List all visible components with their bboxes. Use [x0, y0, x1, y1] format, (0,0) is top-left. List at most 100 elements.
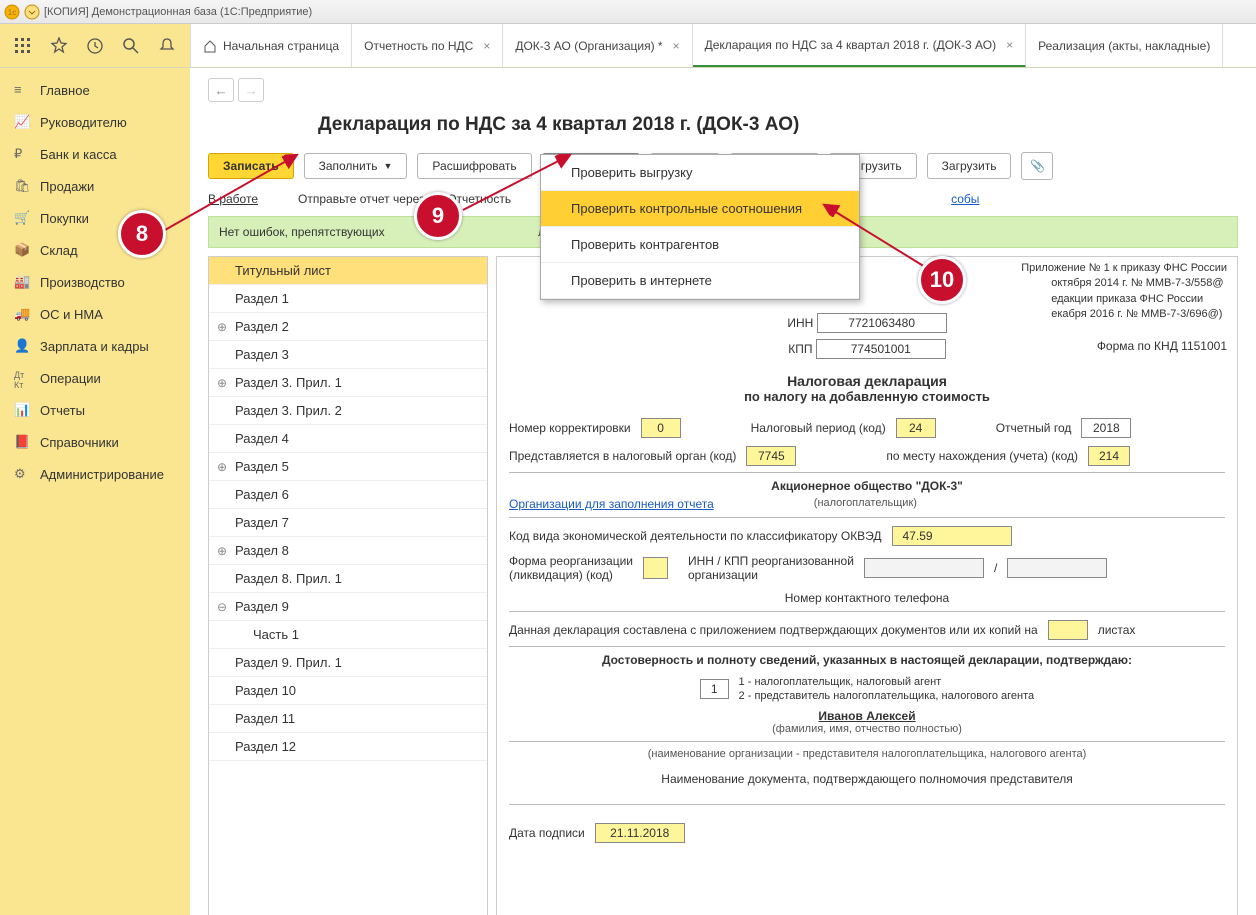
section-tree: Титульный листРаздел 1⊕Раздел 2 Раздел 3 ⊕…: [208, 256, 488, 915]
callout-10: 10: [918, 256, 966, 304]
tab-declaration[interactable]: Декларация по НДС за 4 квартал 2018 г. (…: [693, 24, 1027, 67]
tab-home[interactable]: Начальная страница: [190, 24, 352, 67]
reorg-inn-field[interactable]: [864, 558, 984, 578]
sidebar-item-hr[interactable]: 👤Зарплата и кадры: [0, 330, 190, 362]
year-label: Отчетный год: [996, 421, 1072, 435]
inn-label: ИНН: [787, 316, 813, 330]
box-icon: 📦: [14, 242, 30, 258]
tree-label: Раздел 3. Прил. 2: [235, 403, 342, 418]
tree-row[interactable]: Раздел 12: [209, 733, 487, 761]
tree-row[interactable]: Раздел 7: [209, 509, 487, 537]
sidebar-item-label: Производство: [40, 275, 125, 290]
sidebar-item-production[interactable]: 🏭Производство: [0, 266, 190, 298]
back-button[interactable]: ←: [208, 78, 234, 102]
history-icon[interactable]: [86, 37, 104, 55]
signer-name: Иванов Алексей: [509, 709, 1225, 723]
tree-row[interactable]: Раздел 1: [209, 285, 487, 313]
attachment-button[interactable]: 📎: [1021, 152, 1053, 180]
tree-row[interactable]: Раздел 11: [209, 705, 487, 733]
rep-caption: (наименование организации - представител…: [509, 748, 1225, 760]
tree-row[interactable]: Раздел 6: [209, 481, 487, 509]
tree-row[interactable]: ⊕Раздел 5: [209, 453, 487, 481]
tree-row[interactable]: ⊖Раздел 9: [209, 593, 487, 621]
tree-label: Раздел 3: [235, 347, 289, 362]
sidebar-item-admin[interactable]: ⚙Администрирование: [0, 458, 190, 490]
year-field[interactable]: 2018: [1081, 418, 1131, 438]
check-export-item[interactable]: Проверить выгрузку: [541, 155, 859, 191]
reorg-label3: ИНН / КПП реорганизованной: [688, 554, 854, 568]
check-control-ratios-item[interactable]: Проверить контрольные соотношения: [541, 191, 859, 227]
tree-row[interactable]: Раздел 3. Прил. 2: [209, 397, 487, 425]
sign-label: Дата подписи: [509, 826, 585, 840]
tree-row[interactable]: Раздел 4: [209, 425, 487, 453]
star-icon[interactable]: [50, 37, 68, 55]
tree-row[interactable]: ⊕Раздел 8: [209, 537, 487, 565]
sidebar-item-label: Банк и касса: [40, 147, 117, 162]
tab-org[interactable]: ДОК-3 АО (Организация) * ×: [503, 24, 692, 67]
dropdown-icon[interactable]: [24, 4, 40, 20]
sidebar-item-operations[interactable]: Дт КтОперации: [0, 362, 190, 394]
sidebar-item-reports[interactable]: 📊Отчеты: [0, 394, 190, 426]
search-icon[interactable]: [122, 37, 140, 55]
sidebar-item-label: Отчеты: [40, 403, 85, 418]
expand-icon[interactable]: ⊕: [217, 460, 229, 472]
sidebar-item-main[interactable]: ≡Главное: [0, 74, 190, 106]
period-field[interactable]: 24: [896, 418, 936, 438]
reorg-code-field[interactable]: [643, 557, 668, 579]
tab-vat-reports[interactable]: Отчетность по НДС ×: [352, 24, 503, 67]
tree-row[interactable]: ⊕Раздел 2: [209, 313, 487, 341]
appendix-note: Приложение № 1 к приказу ФНС России октя…: [1021, 261, 1227, 323]
sidebar-item-label: Справочники: [40, 435, 119, 450]
company-name: Акционерное общество "ДОК-3": [509, 479, 1225, 493]
apps-icon[interactable]: [14, 37, 32, 55]
tree-row[interactable]: Раздел 3: [209, 341, 487, 369]
tree-label: Часть 1: [253, 627, 299, 642]
other-methods-link[interactable]: собы: [951, 192, 979, 206]
bell-icon[interactable]: [158, 37, 176, 55]
confirm-code[interactable]: 1: [700, 679, 729, 699]
expand-icon[interactable]: ⊖: [217, 600, 229, 612]
expand-icon[interactable]: ⊕: [217, 544, 229, 556]
tree-row[interactable]: Раздел 9. Прил. 1: [209, 649, 487, 677]
docs-count-field[interactable]: [1048, 620, 1088, 640]
fill-button[interactable]: Заполнить▼: [304, 153, 408, 179]
org-fill-link[interactable]: Организации для заполнения отчета: [509, 497, 714, 511]
sidebar-item-label: Главное: [40, 83, 90, 98]
okved-field[interactable]: 47.59: [892, 526, 1012, 546]
place-field[interactable]: 214: [1088, 446, 1130, 466]
page-title: Декларация по НДС за 4 квартал 2018 г. (…: [318, 114, 1238, 136]
kpp-field[interactable]: 774501001: [816, 339, 946, 359]
org-field[interactable]: 7745: [746, 446, 796, 466]
close-icon[interactable]: ×: [1006, 38, 1013, 52]
tree-label: Раздел 3. Прил. 1: [235, 375, 342, 390]
tab-sales[interactable]: Реализация (акты, накладные): [1026, 24, 1223, 67]
expand-icon[interactable]: ⊕: [217, 320, 229, 332]
window-title: [КОПИЯ] Демонстрационная база (1С:Предпр…: [44, 6, 312, 18]
tree-row[interactable]: Титульный лист: [209, 257, 487, 285]
formcode: Форма по КНД 1151001: [1097, 339, 1227, 353]
sign-date-field[interactable]: 21.11.2018: [595, 823, 685, 843]
forward-button[interactable]: →: [238, 78, 264, 102]
sidebar-item-assets[interactable]: 🚚ОС и НМА: [0, 298, 190, 330]
reorg-kpp-field[interactable]: [1007, 558, 1107, 578]
tree-row[interactable]: Раздел 10: [209, 677, 487, 705]
sidebar-item-catalogs[interactable]: 📕Справочники: [0, 426, 190, 458]
gear-icon: ⚙: [14, 466, 30, 482]
confirm-opt1: 1 - налогоплательщик, налоговый агент: [739, 675, 1035, 689]
expand-icon[interactable]: ⊕: [217, 376, 229, 388]
load-button[interactable]: Загрузить: [927, 153, 1012, 179]
tree-row[interactable]: Раздел 8. Прил. 1: [209, 565, 487, 593]
tree-row[interactable]: Часть 1: [209, 621, 487, 649]
inn-field[interactable]: 7721063480: [817, 313, 947, 333]
tab-label: ДОК-3 АО (Организация) *: [515, 39, 662, 53]
tree-row[interactable]: ⊕ Раздел 3. Прил. 1: [209, 369, 487, 397]
tab-label: Отчетность по НДС: [364, 39, 473, 53]
close-icon[interactable]: ×: [673, 39, 680, 53]
kpp-label: КПП: [788, 342, 812, 356]
check-internet-item[interactable]: Проверить в интернете: [541, 263, 859, 299]
tree-label: Раздел 10: [235, 683, 296, 698]
close-icon[interactable]: ×: [483, 39, 490, 53]
check-counterparties-item[interactable]: Проверить контрагентов: [541, 227, 859, 263]
sidebar-item-manager[interactable]: 📈Руководителю: [0, 106, 190, 138]
corr-field[interactable]: 0: [641, 418, 681, 438]
